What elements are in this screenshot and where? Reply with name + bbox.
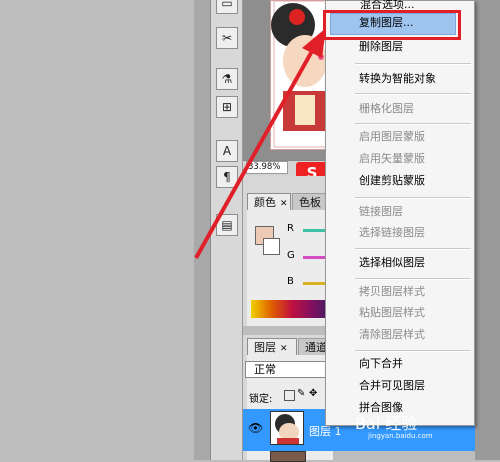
watermark-url: jingyan.baidu.com [368,432,433,440]
watermark-text: Bai 经验 [355,414,418,433]
annotation-arrow [194,28,326,259]
